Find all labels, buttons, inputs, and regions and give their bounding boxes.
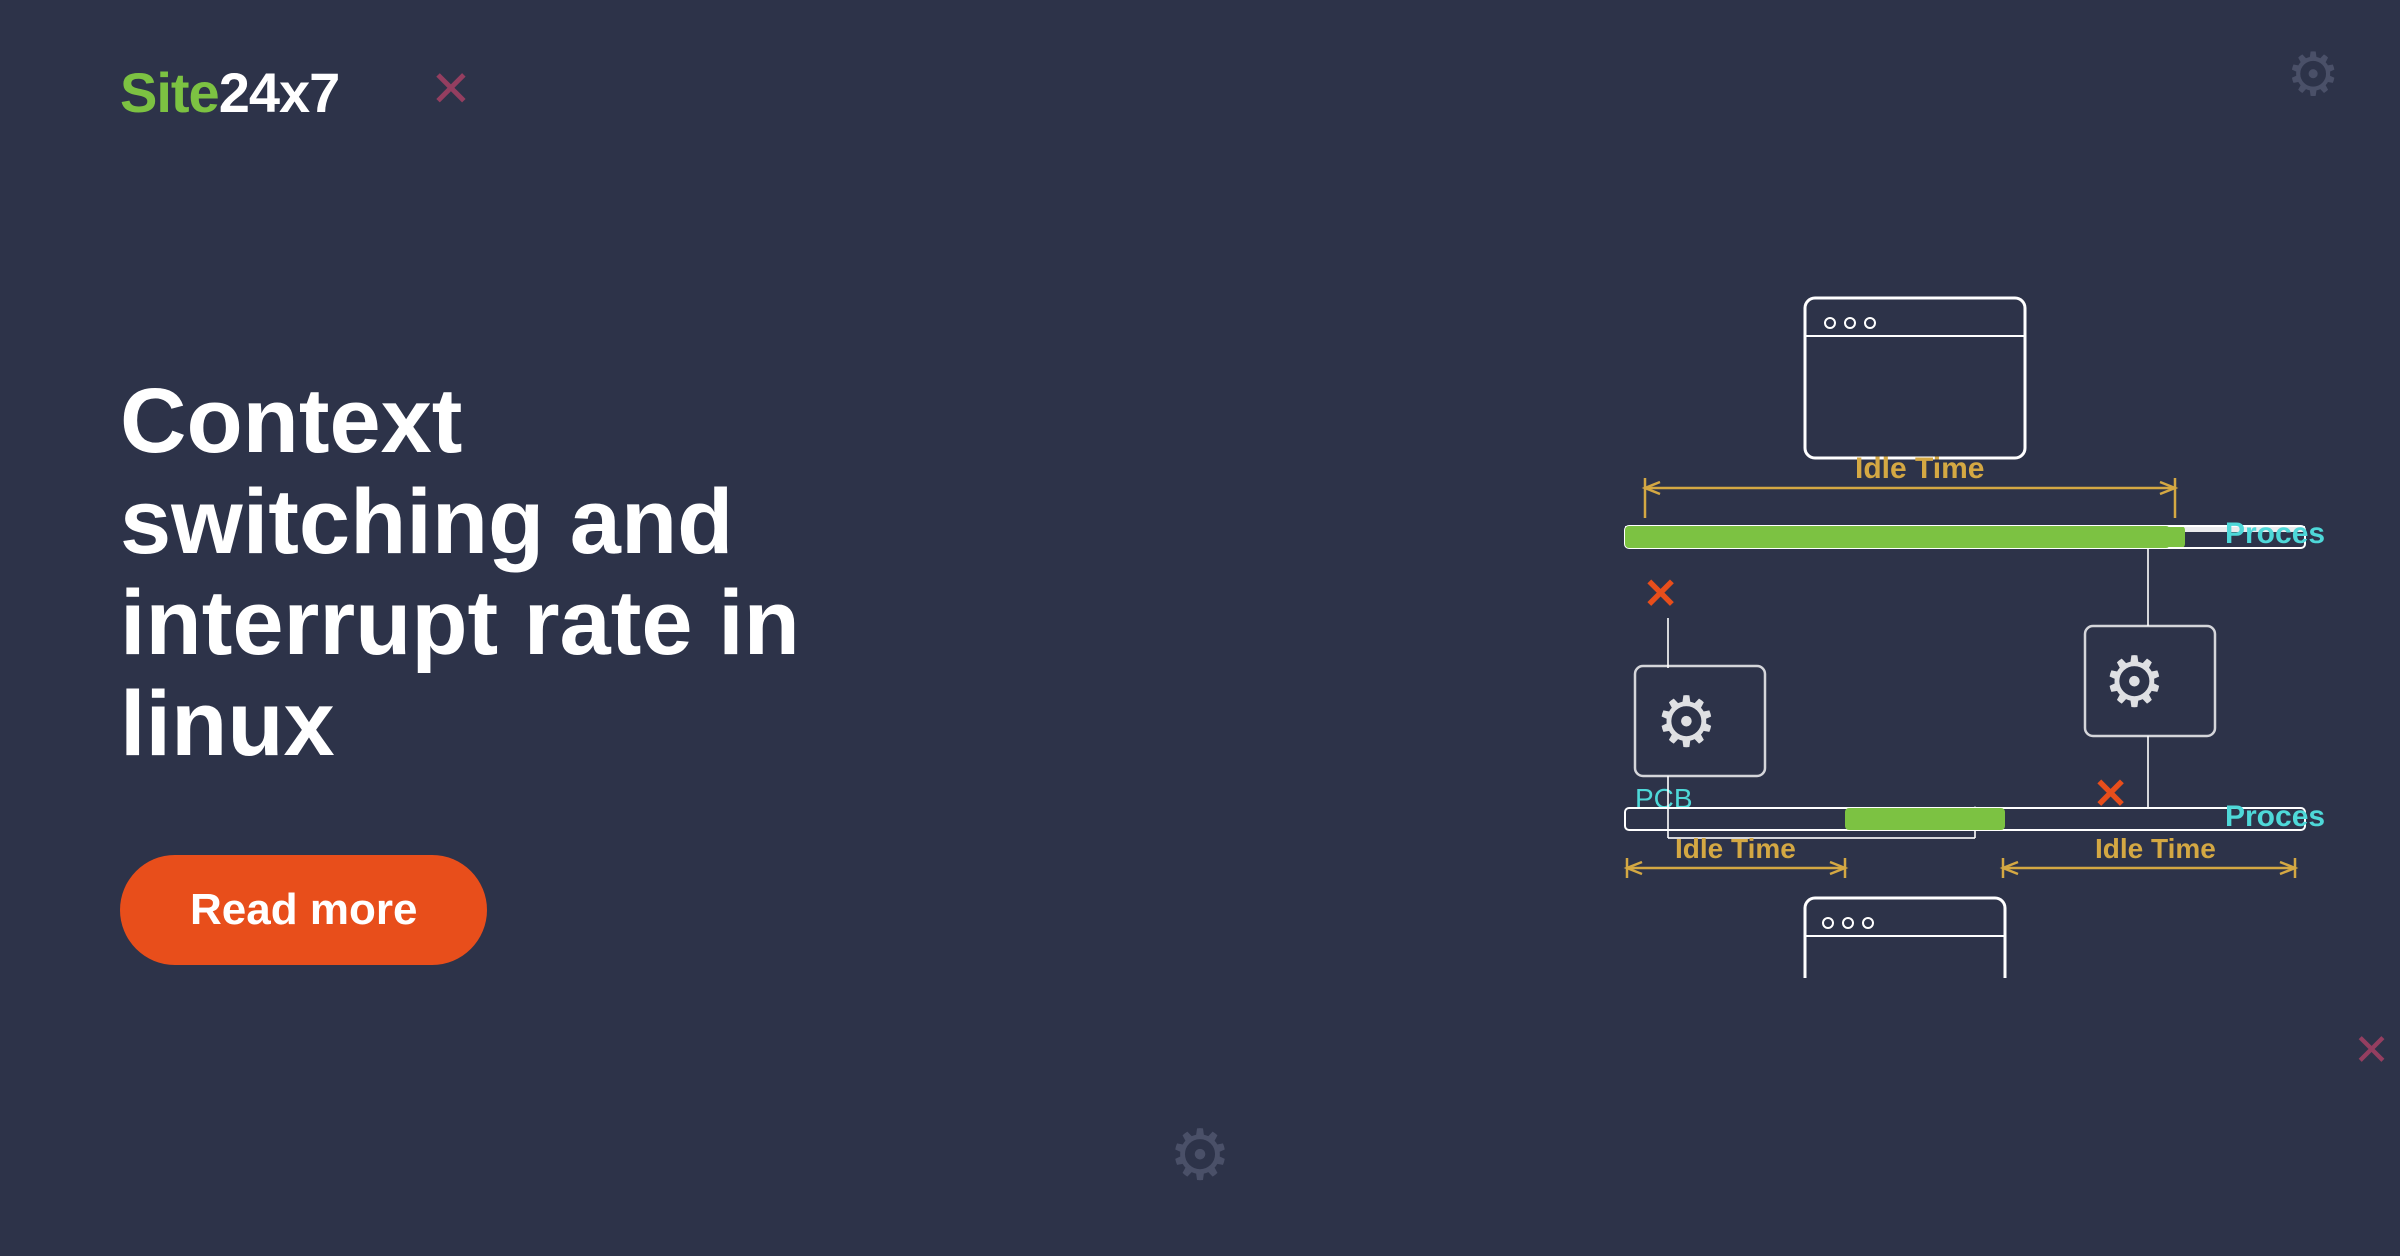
idle-time-top-label: Idle Time bbox=[1855, 452, 1985, 485]
site-logo: Site 24x7 bbox=[120, 60, 339, 125]
process2-label: Process 2 bbox=[2225, 800, 2325, 833]
read-more-button[interactable]: Read more bbox=[120, 855, 487, 965]
idle-time-bottom-right-label: Idle Time bbox=[2095, 833, 2216, 864]
process1-label: Process 1 bbox=[2225, 517, 2325, 550]
x-mark-process1: ✕ bbox=[1643, 570, 1678, 617]
pcb-label: PCB bbox=[1635, 783, 1693, 814]
logo-numbers: 24x7 bbox=[219, 60, 340, 125]
diagram-svg: Idle Time Process 1 ✕ ⚙ PCB bbox=[1275, 278, 2325, 978]
context-switch-diagram: Idle Time Process 1 ✕ ⚙ PCB bbox=[1275, 278, 2325, 978]
idle-time-bottom-left-label: Idle Time bbox=[1675, 833, 1796, 864]
gear2-icon: ⚙ bbox=[2103, 643, 2166, 721]
pcb-gear-icon: ⚙ bbox=[1655, 683, 1718, 761]
page-container: ⚙ ⚙ ✕ ✕ Site 24x7 Context switching and … bbox=[0, 0, 2400, 1256]
x-mark-process2: ✕ bbox=[2093, 770, 2128, 817]
logo-site: Site bbox=[120, 60, 219, 125]
right-panel: Idle Time Process 1 ✕ ⚙ PCB bbox=[1200, 0, 2400, 1256]
headline: Context switching and interrupt rate in … bbox=[120, 371, 870, 776]
left-panel: Site 24x7 Context switching and interrup… bbox=[0, 0, 1320, 1256]
